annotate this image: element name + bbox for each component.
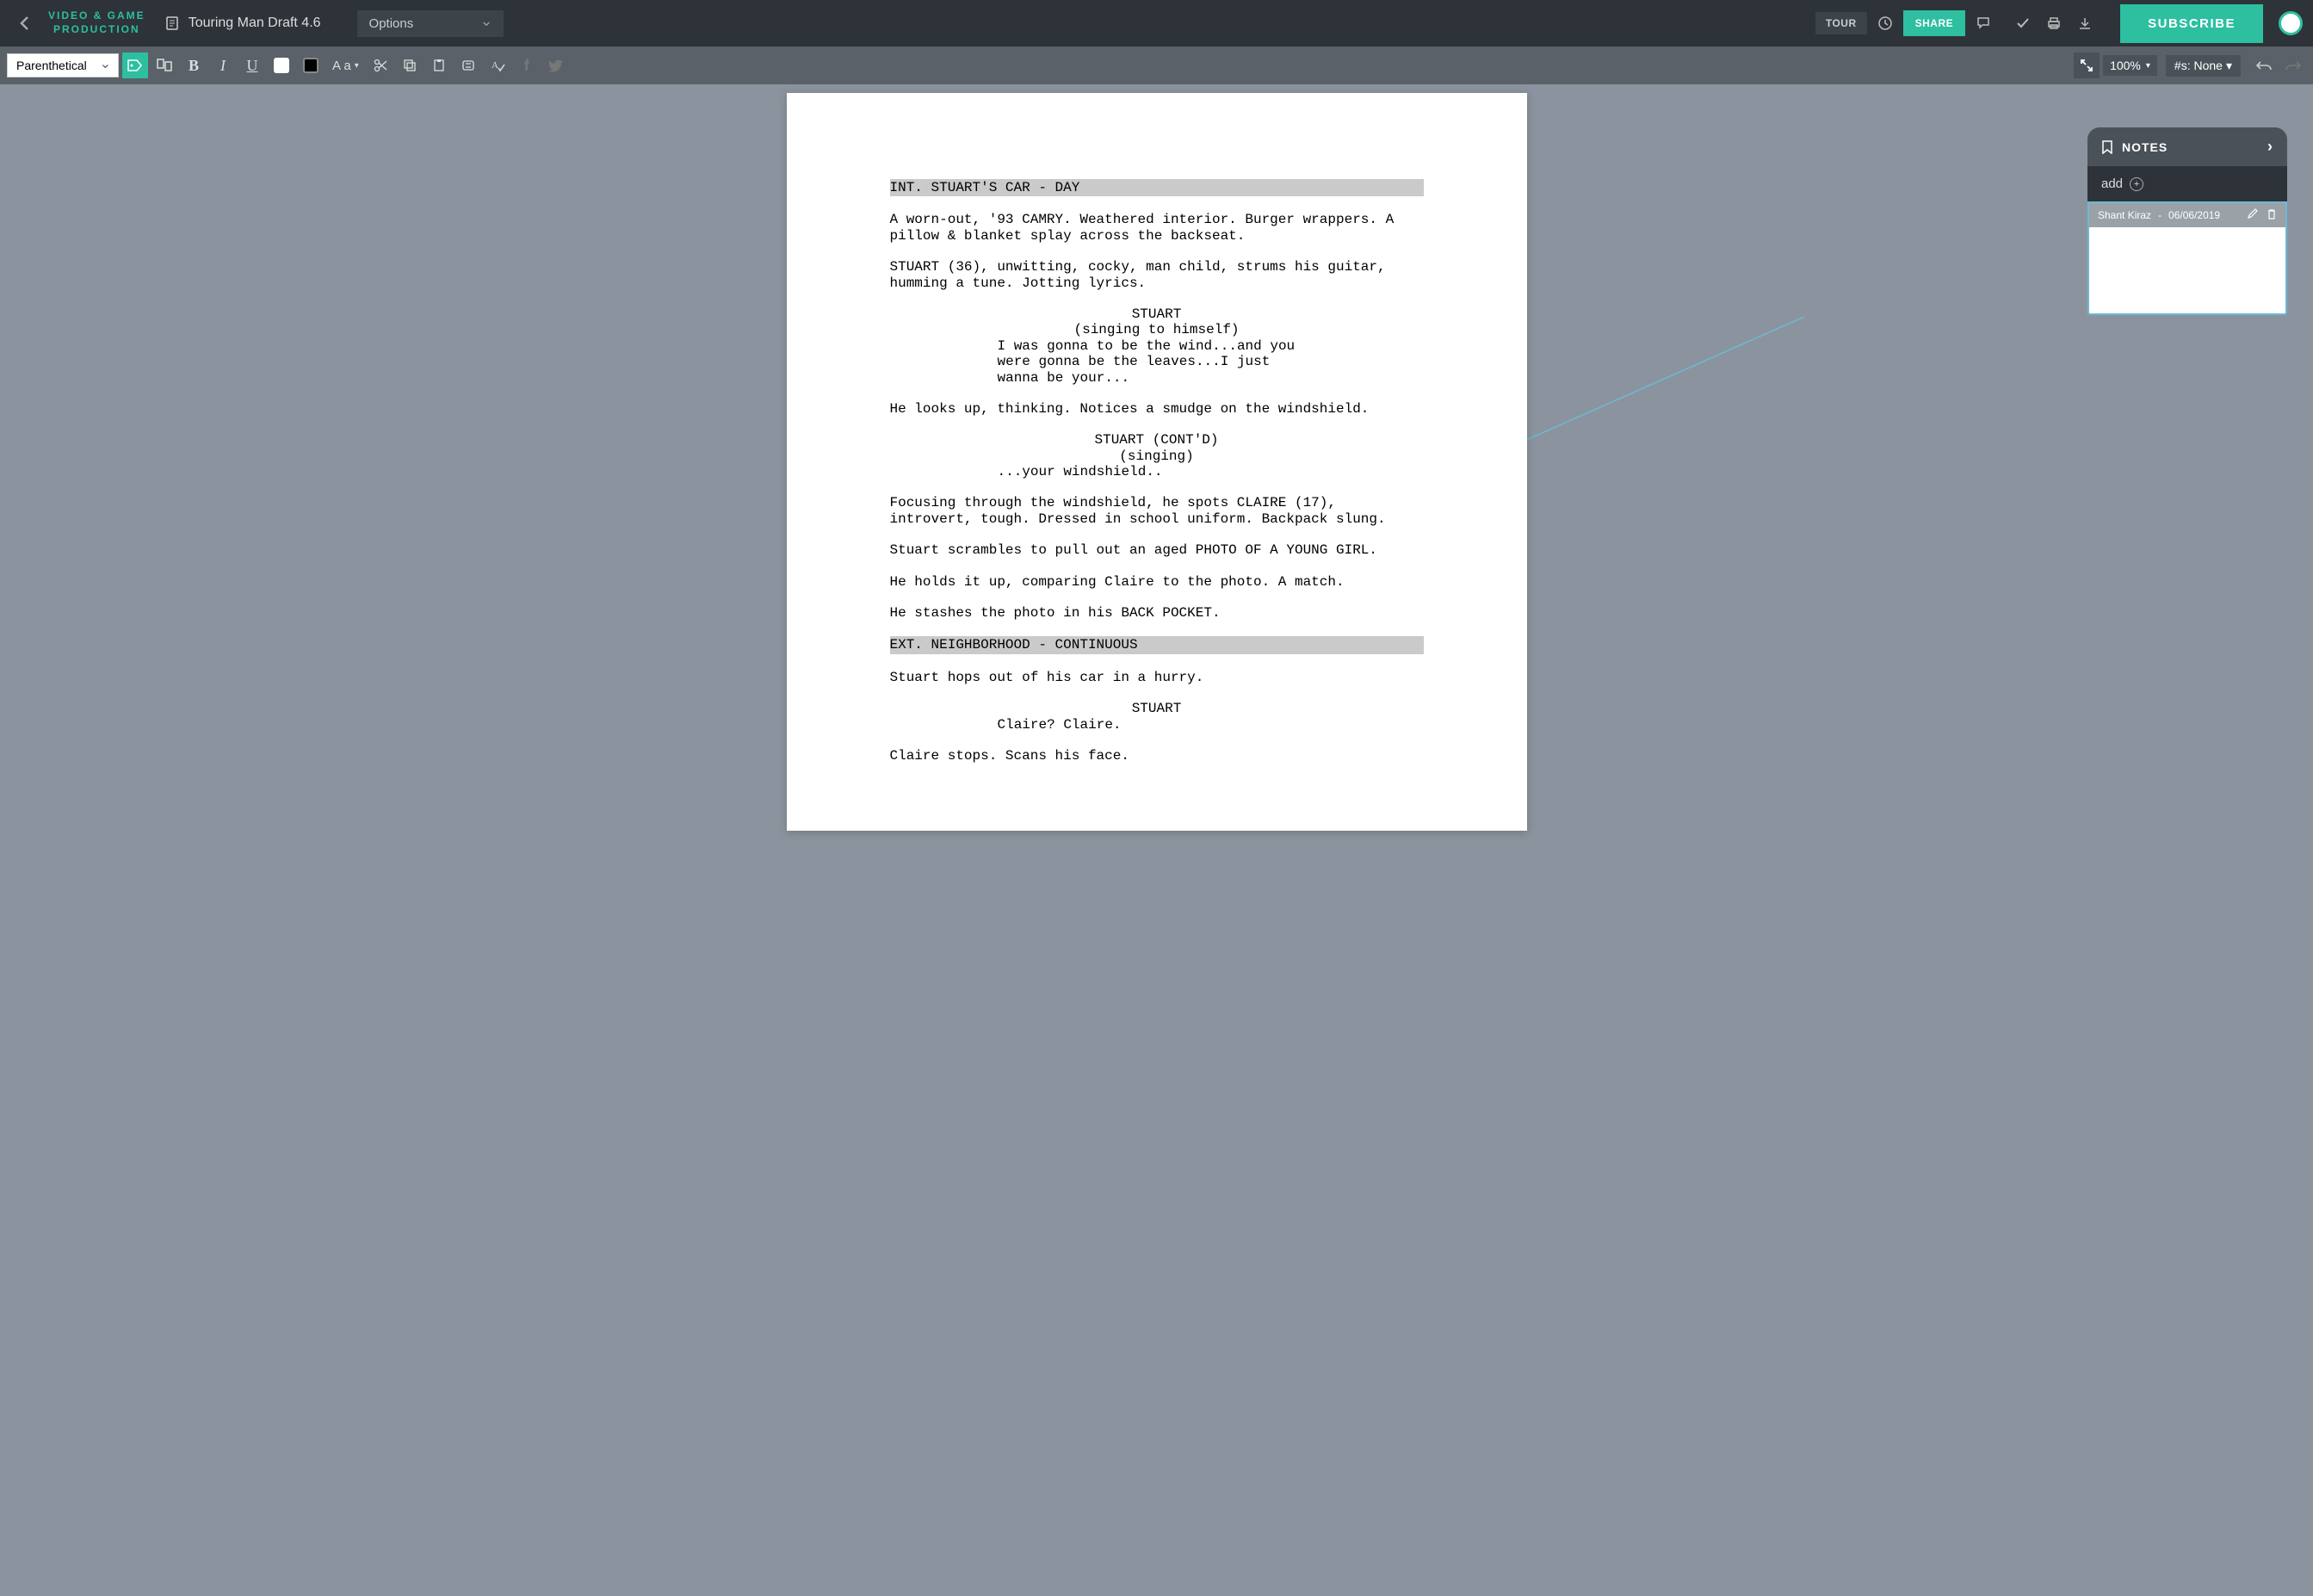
notes-panel: NOTES › add + Shant Kiraz - 06/06/2019	[2087, 127, 2287, 315]
note-meta: Shant Kiraz - 06/06/2019	[2089, 203, 2285, 227]
history-button[interactable]	[1872, 10, 1898, 36]
note-card: Shant Kiraz - 06/06/2019	[2087, 201, 2287, 315]
options-dropdown[interactable]: Options	[357, 10, 504, 37]
back-button[interactable]	[10, 9, 38, 37]
user-avatar[interactable]	[2279, 11, 2303, 35]
note-author: Shant Kiraz	[2098, 209, 2151, 221]
chevron-left-icon	[19, 15, 29, 31]
dual-dialogue-icon	[157, 59, 172, 72]
tag-button[interactable]	[122, 53, 148, 78]
share-button[interactable]: SHARE	[1903, 10, 1966, 36]
notes-title: NOTES	[2122, 140, 2168, 154]
print-button[interactable]	[2041, 10, 2067, 36]
script-page[interactable]: INT. STUART'S CAR - DAY A worn-out, '93 …	[787, 93, 1527, 831]
italic-button[interactable]: I	[210, 53, 236, 78]
find-replace-button[interactable]	[455, 53, 481, 78]
brand-label: VIDEO & GAME PRODUCTION	[48, 9, 145, 36]
pencil-icon	[2247, 208, 2258, 220]
copy-icon	[403, 59, 417, 72]
format-toolbar: Parenthetical B I U A a▾ A f 100%▾ #s: N…	[0, 46, 2313, 84]
action-block[interactable]: Claire stops. Scans his face.	[890, 748, 1424, 764]
tour-button[interactable]: TOUR	[1815, 12, 1867, 34]
action-block[interactable]: He holds it up, comparing Claire to the …	[890, 574, 1424, 590]
spellcheck-button[interactable]: A	[485, 53, 510, 78]
dialogue-block[interactable]: I was gonna to be the wind...and you wer…	[998, 338, 1316, 386]
notes-collapse-button[interactable]: ›	[2267, 138, 2273, 156]
bold-button[interactable]: B	[181, 53, 207, 78]
facebook-button[interactable]: f	[514, 53, 540, 78]
svg-text:A: A	[492, 60, 498, 71]
action-block[interactable]: Focusing through the windshield, he spot…	[890, 495, 1424, 527]
parenthetical[interactable]: (singing)	[890, 448, 1424, 464]
dual-dialogue-button[interactable]	[152, 53, 177, 78]
delete-note-button[interactable]	[2267, 208, 2277, 222]
clock-icon	[1877, 15, 1893, 31]
workspace: INT. STUART'S CAR - DAY A worn-out, '93 …	[0, 84, 2313, 1596]
comment-icon	[1976, 15, 1991, 31]
highlight-color-button[interactable]	[298, 53, 324, 78]
parenthetical[interactable]: (singing to himself)	[890, 322, 1424, 337]
action-block[interactable]: Stuart hops out of his car in a hurry.	[890, 670, 1424, 685]
clipboard-icon	[432, 59, 446, 72]
scissors-icon	[374, 59, 387, 72]
underline-button[interactable]: U	[239, 53, 265, 78]
scene-heading[interactable]: EXT. NEIGHBORHOOD - CONTINUOUS	[890, 636, 1424, 653]
character-cue[interactable]: STUART	[890, 701, 1424, 716]
element-type-select[interactable]: Parenthetical	[7, 53, 119, 77]
action-block[interactable]: Stuart scrambles to pull out an aged PHO…	[890, 542, 1424, 558]
redo-icon	[2285, 59, 2301, 71]
action-block[interactable]: He looks up, thinking. Notices a smudge …	[890, 401, 1424, 417]
note-body[interactable]	[2089, 227, 2285, 313]
download-icon	[2077, 15, 2093, 31]
document-title: Touring Man Draft 4.6	[189, 15, 321, 31]
edit-note-button[interactable]	[2247, 208, 2258, 222]
fullscreen-button[interactable]	[2074, 53, 2100, 78]
expand-icon	[2080, 59, 2093, 72]
dialogue-block[interactable]: Claire? Claire.	[998, 717, 1316, 733]
undo-button[interactable]	[2251, 53, 2277, 78]
text-case-button[interactable]: A a▾	[327, 59, 364, 73]
scene-numbers-dropdown[interactable]: #s: None▾	[2166, 55, 2241, 77]
scene-heading[interactable]: INT. STUART'S CAR - DAY	[890, 179, 1424, 196]
find-icon	[461, 59, 475, 72]
tag-icon	[127, 59, 143, 71]
approve-button[interactable]	[2010, 10, 2036, 36]
action-block[interactable]: STUART (36), unwitting, cocky, man child…	[890, 259, 1424, 291]
dialogue-block[interactable]: ...your windshield..	[998, 464, 1316, 479]
character-cue[interactable]: STUART (CONT'D)	[890, 432, 1424, 448]
script-content[interactable]: INT. STUART'S CAR - DAY A worn-out, '93 …	[890, 179, 1424, 764]
add-note-button[interactable]: add +	[2087, 166, 2287, 201]
text-color-button[interactable]	[269, 53, 294, 78]
spellcheck-icon: A	[490, 59, 505, 72]
action-block[interactable]: He stashes the photo in his BACK POCKET.	[890, 605, 1424, 621]
copy-button[interactable]	[397, 53, 423, 78]
trash-icon	[2267, 208, 2277, 220]
paste-button[interactable]	[426, 53, 452, 78]
cut-button[interactable]	[368, 53, 393, 78]
print-icon	[2046, 15, 2062, 31]
redo-button[interactable]	[2280, 53, 2306, 78]
document-icon	[164, 15, 180, 31]
twitter-icon	[548, 59, 564, 72]
comment-button[interactable]	[1970, 10, 1996, 36]
twitter-button[interactable]	[543, 53, 569, 78]
notes-header: NOTES ›	[2087, 127, 2287, 166]
character-cue[interactable]: STUART	[890, 306, 1424, 322]
note-date: 06/06/2019	[2168, 209, 2220, 221]
download-button[interactable]	[2072, 10, 2098, 36]
topbar-right: TOUR SHARE SUBSCRIBE	[1815, 4, 2303, 43]
action-block[interactable]: A worn-out, '93 CAMRY. Weathered interio…	[890, 212, 1424, 244]
undo-icon	[2256, 59, 2272, 71]
document-title-wrap: Touring Man Draft 4.6	[164, 15, 321, 31]
check-icon	[2015, 15, 2031, 31]
plus-icon: +	[2130, 177, 2143, 191]
zoom-dropdown[interactable]: 100%▾	[2103, 55, 2157, 76]
top-bar: VIDEO & GAME PRODUCTION Touring Man Draf…	[0, 0, 2313, 46]
bookmark-icon	[2101, 140, 2113, 154]
subscribe-button[interactable]: SUBSCRIBE	[2120, 4, 2263, 43]
